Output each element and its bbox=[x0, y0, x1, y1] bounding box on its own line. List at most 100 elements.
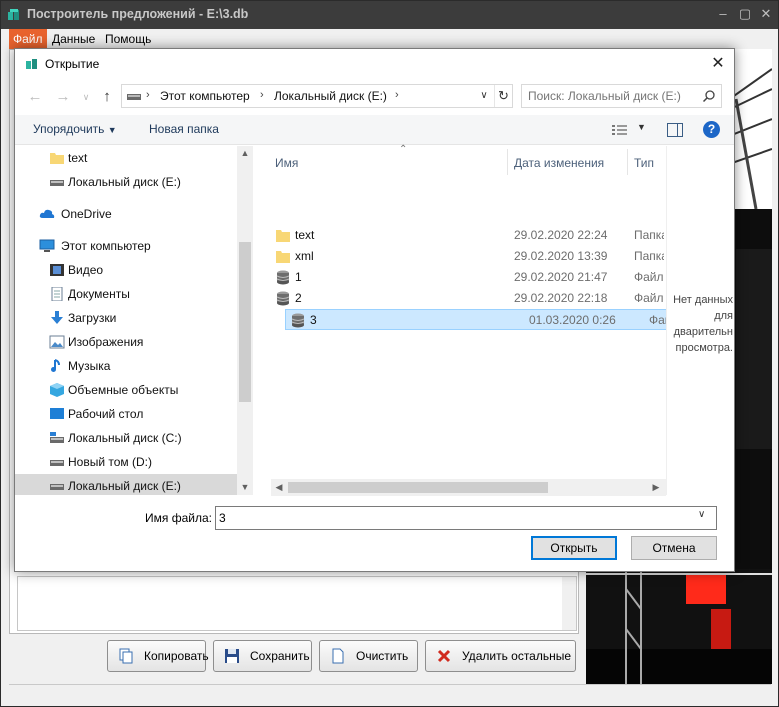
address-bar[interactable]: › Этот компьютер › Локальный диск (E:) ›… bbox=[121, 84, 513, 108]
menu-help[interactable]: Помощь bbox=[101, 29, 155, 49]
organize-button[interactable]: Упорядочить ▼ bbox=[33, 122, 117, 136]
scroll-up-icon[interactable]: ▲ bbox=[237, 148, 253, 158]
nav-item-music[interactable]: Музыка bbox=[15, 354, 237, 378]
chevron-down-icon[interactable]: ∨ bbox=[698, 509, 705, 520]
download-icon bbox=[51, 311, 63, 324]
file-row-3-selected[interactable]: 3 01.03.2020 0:26 Файл bbox=[285, 309, 679, 330]
nav-item-video[interactable]: Видео bbox=[15, 258, 237, 282]
app-titlebar[interactable]: Построитель предложений - E:\3.db – ▢ ✕ bbox=[1, 1, 778, 29]
nav-item-pictures[interactable]: Изображения bbox=[15, 330, 237, 354]
sentence-textarea[interactable] bbox=[17, 576, 577, 631]
menu-file[interactable]: Файл bbox=[9, 29, 47, 49]
nav-item-label: Локальный диск (C:) bbox=[68, 431, 182, 445]
nav-item-label: Документы bbox=[68, 287, 130, 301]
menu-data[interactable]: Данные bbox=[48, 29, 99, 49]
scroll-down-icon[interactable]: ▼ bbox=[237, 482, 253, 492]
cancel-button[interactable]: Отмена bbox=[631, 536, 717, 560]
clear-button[interactable]: Очистить bbox=[319, 640, 418, 672]
open-button[interactable]: Открыть bbox=[531, 536, 617, 560]
file-row-2[interactable]: 2 29.02.2020 22:18 Файл bbox=[271, 288, 664, 309]
preview-pane-icon[interactable] bbox=[667, 123, 683, 137]
minimize-button[interactable]: – bbox=[713, 5, 733, 23]
nav-item-this-pc[interactable]: Этот компьютер bbox=[15, 234, 237, 258]
nav-scrollbar-thumb[interactable] bbox=[239, 242, 251, 402]
file-row-xml[interactable]: xml 29.02.2020 13:39 Папка bbox=[271, 246, 664, 267]
breadcrumb-this-pc[interactable]: Этот компьютер bbox=[160, 89, 250, 103]
documents-icon bbox=[51, 287, 63, 301]
filename-combobox[interactable]: ∨ bbox=[215, 506, 717, 530]
forward-arrow-icon[interactable]: → bbox=[55, 89, 71, 105]
app-logo-icon bbox=[8, 9, 19, 20]
search-box[interactable] bbox=[521, 84, 722, 108]
statusbar bbox=[9, 684, 771, 702]
help-icon[interactable]: ? bbox=[703, 121, 720, 138]
organize-label: Упорядочить bbox=[33, 122, 105, 136]
nav-item-drive-e-selected[interactable]: Локальный диск (E:) bbox=[15, 474, 237, 495]
chevron-down-icon[interactable]: ▼ bbox=[637, 122, 646, 132]
column-header-date[interactable]: Дата изменения bbox=[514, 156, 604, 170]
new-folder-button[interactable]: Новая папка bbox=[149, 122, 219, 136]
nav-item-downloads[interactable]: Загрузки bbox=[15, 306, 237, 330]
copy-button[interactable]: Копировать bbox=[107, 640, 209, 672]
nav-item-label: OneDrive bbox=[61, 207, 112, 221]
cloud-icon bbox=[39, 209, 55, 218]
scroll-right-icon[interactable]: ▶ bbox=[648, 482, 664, 493]
back-arrow-icon[interactable]: ← bbox=[27, 89, 43, 105]
delete-rest-button[interactable]: Удалить остальные bbox=[425, 640, 576, 672]
video-icon bbox=[50, 264, 64, 276]
nav-item-label: Рабочий стол bbox=[68, 407, 144, 421]
nav-item-desktop[interactable]: Рабочий стол bbox=[15, 402, 237, 426]
music-icon bbox=[51, 359, 60, 372]
dialog-close-button[interactable]: ✕ bbox=[705, 52, 731, 76]
recent-chevron-icon[interactable]: ∨ bbox=[78, 89, 94, 105]
file-row-1[interactable]: 1 29.02.2020 21:47 Файл bbox=[271, 267, 664, 288]
file-name: 3 bbox=[310, 313, 317, 327]
breadcrumb-separator: › bbox=[260, 89, 264, 101]
file-list-hscrollbar[interactable]: ◀ ▶ bbox=[271, 479, 666, 496]
nav-item-onedrive[interactable]: OneDrive bbox=[15, 202, 237, 226]
preview-empty-text: Нет данных для дварительн просмотра. bbox=[673, 294, 733, 354]
breadcrumb-drive-e[interactable]: Локальный диск (E:) bbox=[274, 89, 387, 103]
column-header-type[interactable]: Тип bbox=[634, 156, 654, 170]
nav-item-text-folder[interactable]: text bbox=[15, 146, 237, 170]
folder-icon bbox=[276, 251, 290, 263]
textarea-scrollbar[interactable] bbox=[562, 577, 576, 630]
column-separator[interactable] bbox=[507, 149, 508, 175]
column-header-name[interactable]: Имя bbox=[275, 156, 298, 170]
blank-page-icon bbox=[332, 648, 344, 664]
desktop-icon bbox=[50, 408, 64, 419]
floppy-icon bbox=[225, 649, 239, 663]
scroll-left-icon[interactable]: ◀ bbox=[271, 482, 287, 493]
sort-up-icon: ⌃ bbox=[399, 144, 408, 155]
nav-item-drive-d[interactable]: Новый том (D:) bbox=[15, 450, 237, 474]
nav-item-label: text bbox=[68, 151, 88, 165]
nav-scrollbar[interactable]: ▲ ▼ bbox=[237, 146, 253, 495]
hscrollbar-thumb[interactable] bbox=[288, 482, 548, 493]
file-row-text[interactable]: text 29.02.2020 22:24 Папка bbox=[271, 225, 664, 246]
close-app-button[interactable]: ✕ bbox=[756, 5, 776, 23]
3d-objects-icon bbox=[50, 383, 64, 397]
copy-icon bbox=[119, 648, 133, 664]
database-icon bbox=[276, 291, 290, 306]
save-button[interactable]: Сохранить bbox=[213, 640, 312, 672]
chevron-down-icon[interactable]: ∨ bbox=[475, 86, 493, 106]
filename-input[interactable] bbox=[219, 510, 689, 526]
search-input[interactable] bbox=[528, 88, 698, 104]
refresh-icon[interactable]: ↻ bbox=[494, 85, 512, 107]
file-date: 29.02.2020 21:47 bbox=[514, 270, 608, 284]
folder-icon bbox=[50, 153, 64, 164]
dialog-titlebar[interactable]: Открытие ✕ bbox=[15, 49, 734, 79]
nav-item-label: Музыка bbox=[68, 359, 111, 373]
maximize-button[interactable]: ▢ bbox=[735, 5, 755, 23]
nav-item-3d-objects[interactable]: Объемные объекты bbox=[15, 378, 237, 402]
breadcrumb-separator: › bbox=[146, 89, 150, 101]
up-arrow-icon[interactable]: ↑ bbox=[99, 89, 115, 105]
nav-item-drive-e[interactable]: Локальный диск (E:) bbox=[15, 170, 237, 194]
file-type: Папка bbox=[634, 228, 664, 242]
column-separator[interactable] bbox=[627, 149, 628, 175]
open-file-dialog: Открытие ✕ ← → ∨ ↑ › Этот компьютер › Ло… bbox=[14, 48, 735, 572]
nav-item-documents[interactable]: Документы bbox=[15, 282, 237, 306]
view-options-icon[interactable] bbox=[611, 123, 629, 137]
nav-item-drive-c[interactable]: Локальный диск (C:) bbox=[15, 426, 237, 450]
menubar: Файл Данные Помощь bbox=[1, 29, 778, 49]
